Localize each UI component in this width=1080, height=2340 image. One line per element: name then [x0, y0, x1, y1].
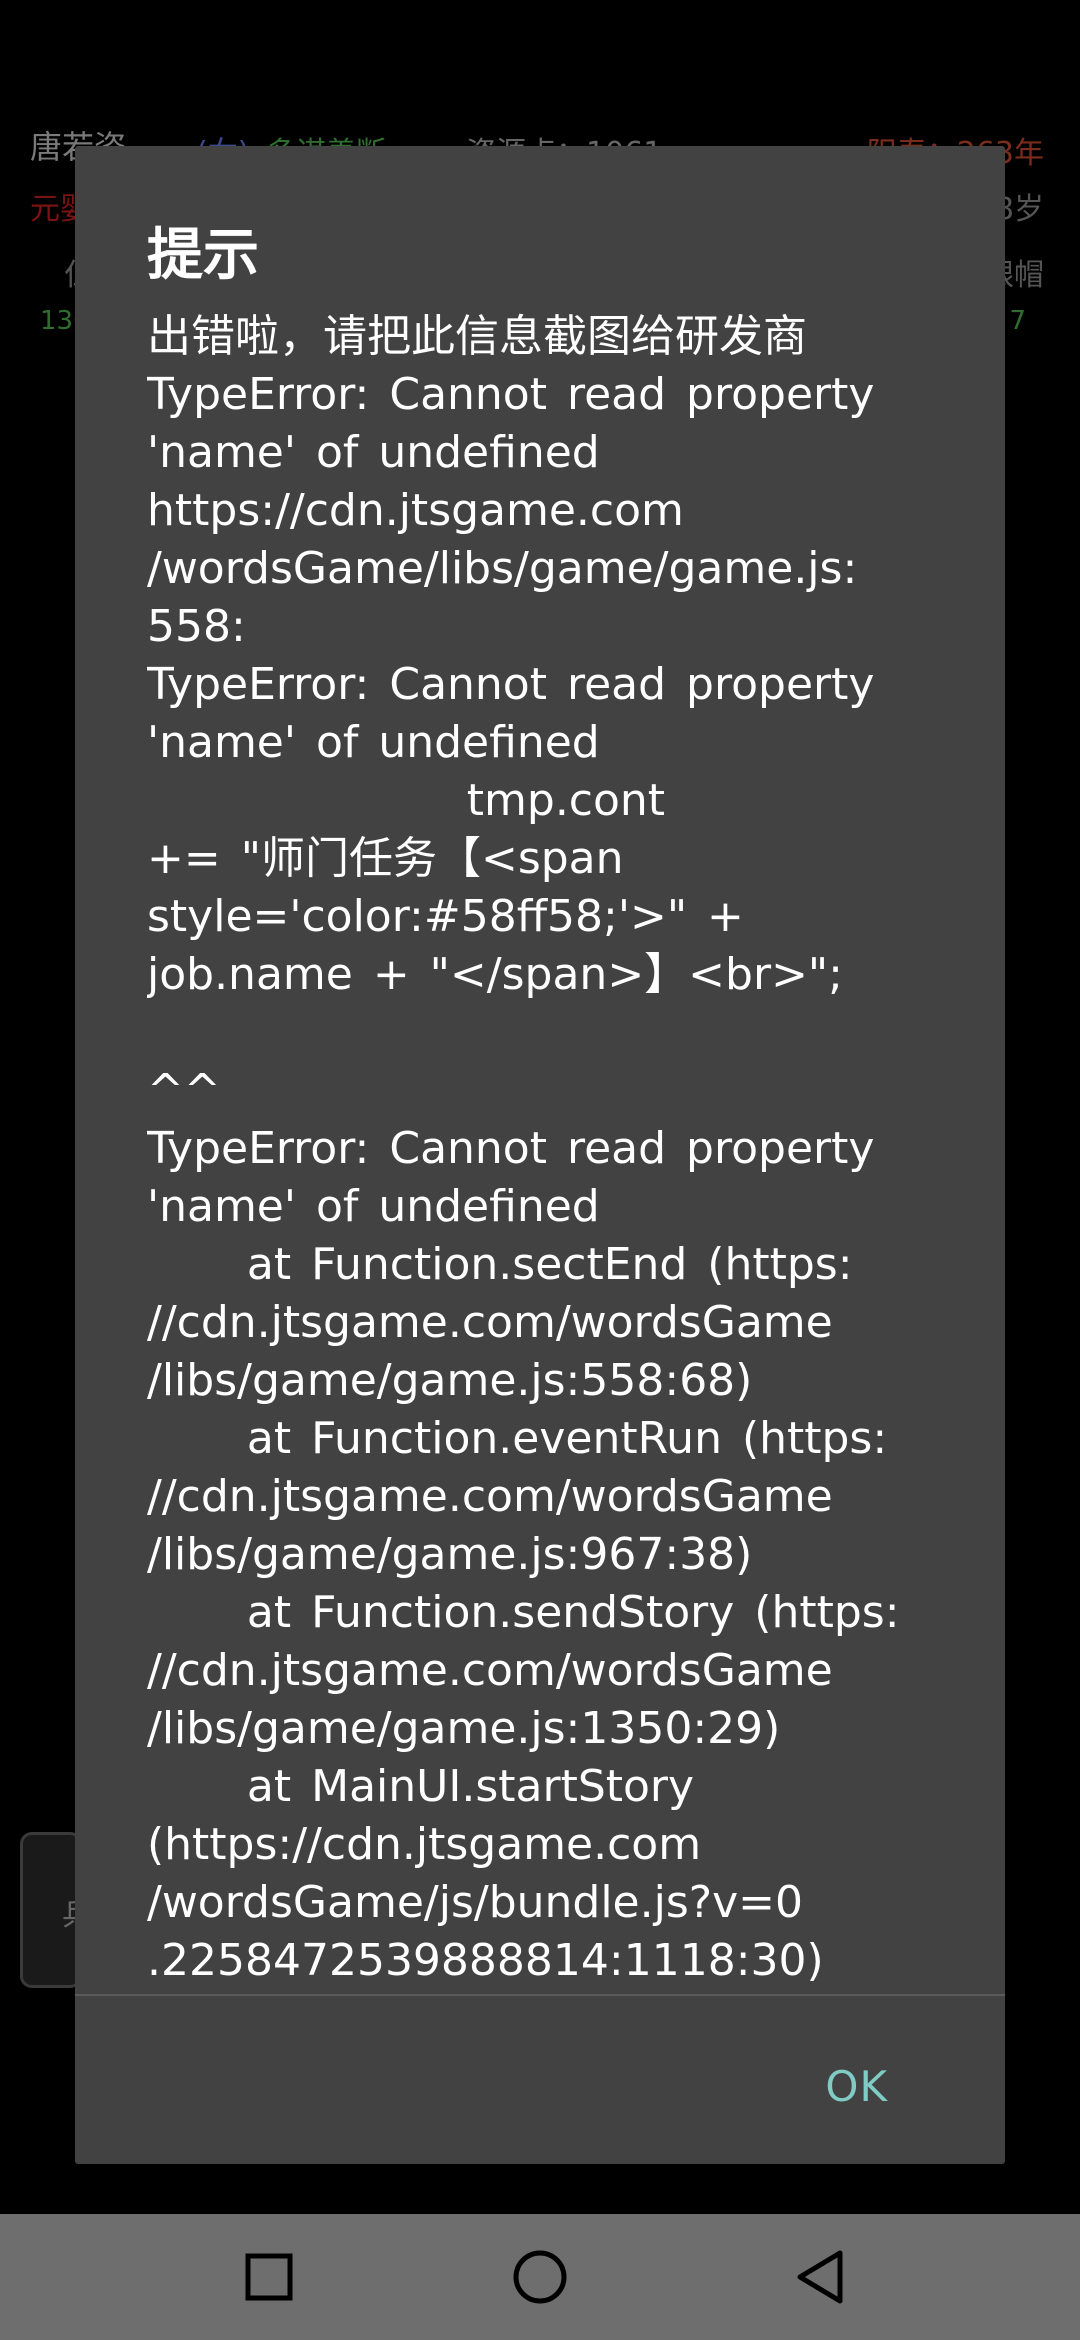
triangle-back-icon: [797, 2250, 843, 2304]
dialog-message[interactable]: 出错啦，请把此信息截图给研发商 TypeError: Cannot read p…: [147, 308, 999, 2142]
navigation-bar: [0, 2214, 1080, 2340]
recents-button[interactable]: [179, 2214, 359, 2340]
dialog-divider: [75, 1994, 1005, 1996]
home-button[interactable]: [450, 2214, 630, 2340]
square-icon: [245, 2253, 293, 2301]
ok-button[interactable]: OK: [809, 2054, 904, 2119]
dialog-title: 提示: [147, 223, 259, 288]
circle-icon: [513, 2250, 567, 2304]
error-dialog: 提示 出错啦，请把此信息截图给研发商 TypeError: Cannot rea…: [75, 146, 1005, 2164]
stat-value-right: 7: [1009, 306, 1026, 336]
back-button[interactable]: [731, 2214, 911, 2340]
